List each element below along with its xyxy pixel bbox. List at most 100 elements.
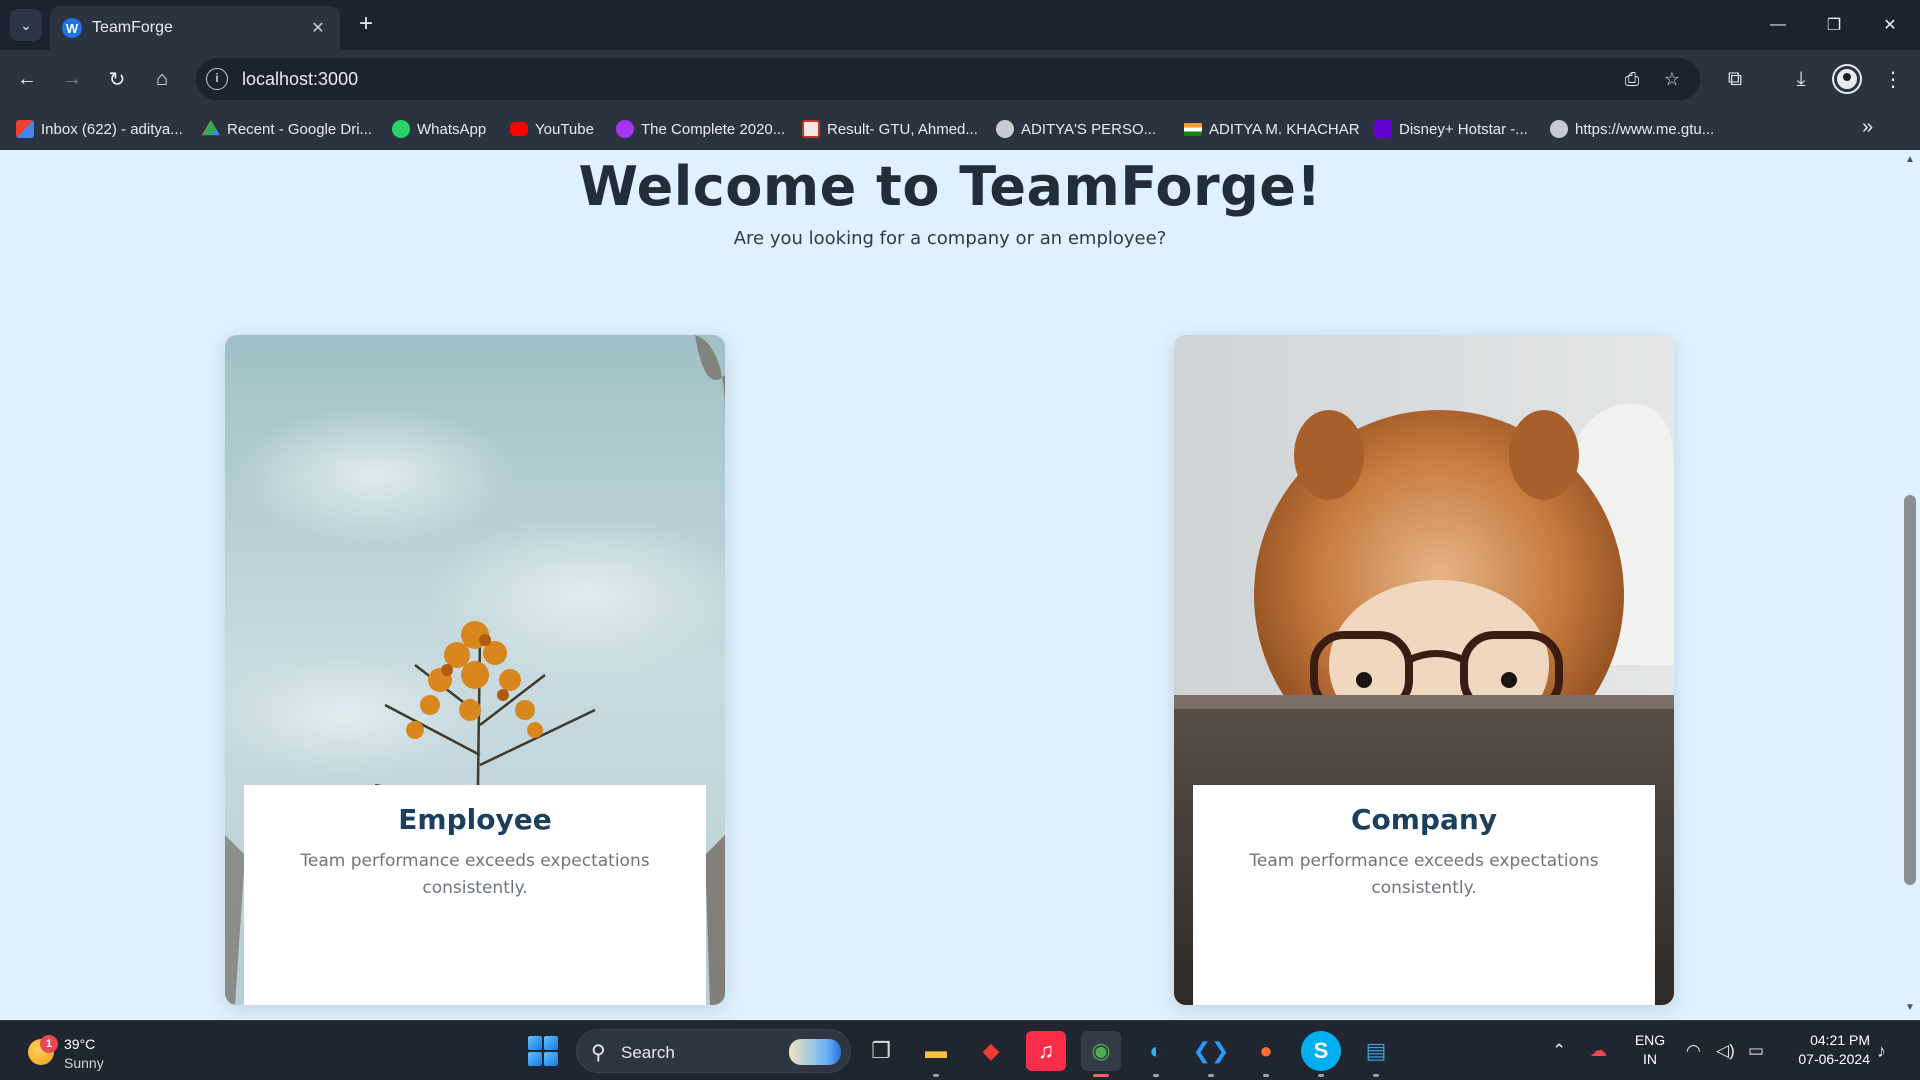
- bookmarks-overflow-icon[interactable]: »: [1862, 116, 1873, 139]
- arrow-right-icon: →: [62, 67, 82, 90]
- file-explorer-icon[interactable]: ▬: [916, 1031, 956, 1077]
- udemy-icon: [616, 120, 634, 138]
- employee-card[interactable]: Employee Team performance exceeds expect…: [225, 335, 725, 1005]
- company-card-title[interactable]: Company: [1193, 803, 1655, 836]
- clock-date: 07-06-2024: [1798, 1051, 1870, 1067]
- bookmark-item[interactable]: ADITYA M. KHACHAR: [1184, 108, 1360, 150]
- scroll-up-icon[interactable]: ▲: [1904, 154, 1916, 166]
- tab-teamforge[interactable]: W TeamForge ✕: [50, 6, 340, 50]
- bookmark-item[interactable]: Recent - Google Dri...: [202, 108, 372, 150]
- home-button[interactable]: ⌂: [147, 64, 177, 94]
- back-button[interactable]: ←: [12, 64, 42, 94]
- skype-icon[interactable]: S: [1301, 1031, 1341, 1077]
- tab-title: TeamForge: [92, 19, 173, 36]
- bookmark-item[interactable]: WhatsApp: [392, 108, 486, 150]
- reload-icon: ↻: [108, 68, 126, 91]
- page-title: Welcome to TeamForge!: [578, 155, 1322, 218]
- site-info-icon[interactable]: i: [206, 68, 228, 90]
- browser-toolbar: ← → ↻ ⌂ i localhost:3000 ⎙ ☆ ⧉ ⤓ ⋮: [0, 50, 1920, 108]
- address-bar[interactable]: i localhost:3000 ⎙ ☆: [196, 58, 1700, 100]
- chevron-down-icon: ⌄: [20, 16, 32, 33]
- bookmark-item[interactable]: Disney+ Hotstar -...: [1374, 108, 1528, 150]
- bookmark-label: YouTube: [535, 120, 594, 138]
- apple-music-icon[interactable]: ♫: [1026, 1031, 1066, 1071]
- home-icon: ⌂: [155, 67, 169, 90]
- postman-icon[interactable]: ●: [1246, 1031, 1286, 1077]
- task-view-icon[interactable]: ❐: [861, 1031, 901, 1071]
- bookmark-label: Inbox (622) - aditya...: [41, 120, 183, 138]
- bookmark-label: https://www.me.gtu...: [1575, 120, 1715, 138]
- globe-icon: [1550, 120, 1568, 138]
- scrollbar-thumb[interactable]: [1904, 495, 1916, 885]
- page-subtitle: Are you looking for a company or an empl…: [733, 228, 1167, 249]
- bookmark-label: Disney+ Hotstar -...: [1399, 120, 1528, 138]
- globe-icon: [996, 120, 1014, 138]
- gtu-icon: [802, 120, 820, 138]
- extensions-icon[interactable]: ⧉: [1720, 64, 1750, 94]
- download-icon[interactable]: ⤓: [1786, 64, 1816, 94]
- battery-icon[interactable]: ▭: [1748, 1021, 1764, 1080]
- youtube-icon: [510, 122, 528, 136]
- restore-button[interactable]: ❐: [1806, 0, 1862, 50]
- active-indicator: [1093, 1074, 1109, 1077]
- reload-button[interactable]: ↻: [102, 64, 132, 94]
- region-code: IN: [1643, 1051, 1657, 1067]
- weather-widget[interactable]: 1 39°C Sunny: [24, 1029, 144, 1075]
- onedrive-error-icon[interactable]: ☁: [1590, 1021, 1607, 1080]
- url-text[interactable]: localhost:3000: [242, 69, 358, 90]
- google-drive-icon: [202, 120, 220, 136]
- india-flag-icon: [1184, 122, 1202, 136]
- start-button[interactable]: [528, 1036, 558, 1066]
- bookmark-item[interactable]: Result- GTU, Ahmed...: [802, 108, 978, 150]
- edge-icon[interactable]: ◐: [1136, 1031, 1176, 1077]
- bookmark-item[interactable]: Inbox (622) - aditya...: [16, 108, 183, 150]
- employee-card-text: Team performance exceeds expectations co…: [300, 851, 650, 898]
- close-icon[interactable]: ✕: [308, 18, 328, 38]
- volume-icon[interactable]: ◁): [1716, 1021, 1735, 1080]
- windows-taskbar: 1 39°C Sunny ⚲ Search ❐ ▬ ◆ ♫ ◉ ◐ ❮❯ ● S…: [0, 1020, 1920, 1080]
- company-card[interactable]: Company Team performance exceeds expecta…: [1174, 335, 1674, 1005]
- clock-time: 04:21 PM: [1810, 1032, 1870, 1048]
- weather-condition: Sunny: [64, 1055, 104, 1071]
- wifi-icon[interactable]: ◠: [1686, 1021, 1701, 1080]
- bookmarks-bar: Inbox (622) - aditya... Recent - Google …: [0, 108, 1920, 150]
- vscode-icon[interactable]: ❮❯: [1191, 1031, 1231, 1077]
- anydesk-icon[interactable]: ◆: [971, 1031, 1011, 1071]
- bookmark-label: ADITYA M. KHACHAR: [1209, 120, 1360, 138]
- bookmark-item[interactable]: ADITYA'S PERSO...: [996, 108, 1156, 150]
- bookmark-label: ADITYA'S PERSO...: [1021, 120, 1157, 138]
- notepad-icon[interactable]: ▤: [1356, 1031, 1396, 1077]
- weather-temperature: 39°C: [64, 1036, 96, 1052]
- profile-avatar[interactable]: [1834, 66, 1860, 92]
- new-tab-button[interactable]: +: [352, 10, 380, 38]
- whatsapp-icon: [392, 120, 410, 138]
- bookmark-star-icon[interactable]: ☆: [1660, 67, 1684, 91]
- employee-card-body: Employee Team performance exceeds expect…: [244, 785, 706, 1005]
- language-indicator[interactable]: ENG IN: [1630, 1031, 1670, 1069]
- language-code: ENG: [1634, 1032, 1666, 1048]
- bookmark-label: WhatsApp: [417, 120, 487, 138]
- show-hidden-icons-icon[interactable]: ⌃: [1552, 1021, 1566, 1080]
- install-app-icon[interactable]: ⎙: [1620, 67, 1644, 91]
- more-menu-icon[interactable]: ⋮: [1878, 64, 1908, 94]
- bookmark-item[interactable]: The Complete 2020...: [616, 108, 785, 150]
- system-clock[interactable]: 04:21 PM 07-06-2024: [1782, 1031, 1870, 1069]
- taskbar-search[interactable]: ⚲ Search: [576, 1029, 851, 1073]
- notification-badge: 1: [40, 1035, 58, 1053]
- forward-button[interactable]: →: [57, 64, 87, 94]
- search-highlight-icon: [789, 1039, 841, 1065]
- browser-tab-strip: ⌄ W TeamForge ✕ + — ❐ ✕: [0, 0, 1920, 50]
- employee-card-title[interactable]: Employee: [244, 803, 706, 836]
- bookmark-item[interactable]: YouTube: [510, 108, 594, 150]
- window-close-button[interactable]: ✕: [1862, 0, 1918, 50]
- bookmark-label: Recent - Google Dri...: [227, 120, 373, 138]
- scroll-down-icon[interactable]: ▼: [1904, 1002, 1916, 1014]
- bookmark-item[interactable]: https://www.me.gtu...: [1550, 108, 1714, 150]
- minimize-button[interactable]: —: [1750, 0, 1806, 50]
- running-indicator: [1373, 1074, 1379, 1077]
- page-scrollbar[interactable]: ▲ ▼: [1900, 150, 1920, 1020]
- tab-search-button[interactable]: ⌄: [10, 9, 42, 41]
- page-viewport: Welcome to TeamForge! Are you looking fo…: [0, 150, 1900, 1020]
- notification-bell-icon[interactable]: ♪: [1877, 1021, 1886, 1080]
- chrome-icon[interactable]: ◉: [1081, 1031, 1121, 1077]
